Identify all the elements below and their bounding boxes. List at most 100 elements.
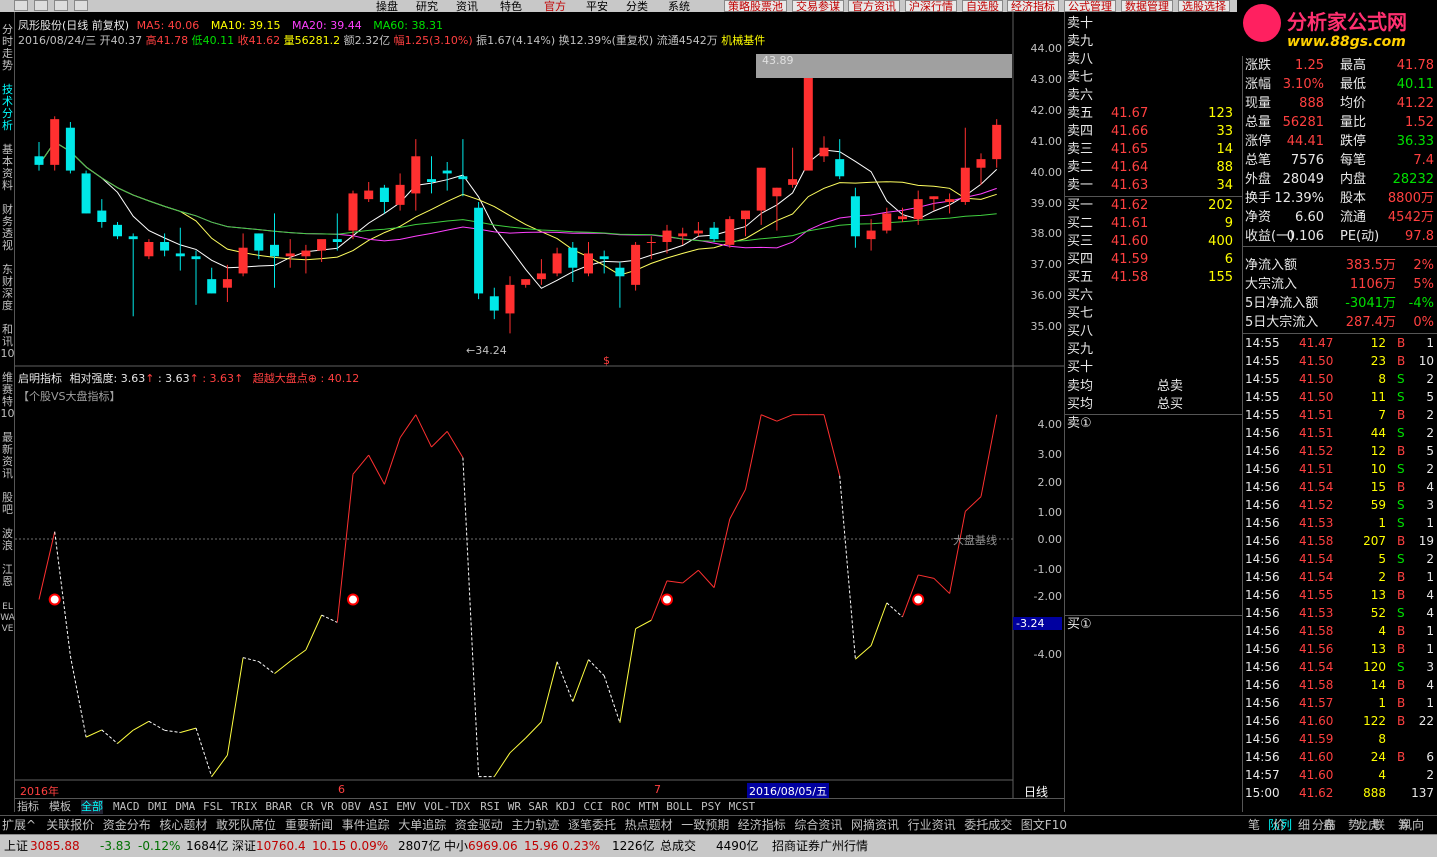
orderbook-price: 41.59 [1111, 252, 1149, 267]
menu-item[interactable]: 平安 [586, 0, 608, 12]
indicator-tab[interactable]: VOL-TDX [424, 800, 470, 814]
rel-strength-value3: : 3.63 [202, 372, 235, 385]
menu-item[interactable]: 特色 [500, 0, 522, 12]
func-button[interactable]: 核心题材 [159, 817, 207, 833]
sidebar-item-basic[interactable]: 基本资料 [0, 144, 15, 192]
sidebar-item-news[interactable]: 最新资讯 [0, 432, 15, 480]
func-button[interactable]: 资金分布 [103, 817, 151, 833]
func-button[interactable]: 热点题材 [625, 817, 673, 833]
small-tab[interactable]: 联 [1373, 817, 1385, 833]
func-button[interactable]: 图文F10 [1021, 817, 1067, 833]
home-icon[interactable] [54, 0, 68, 11]
tab-economic[interactable]: 经济指标 [1007, 0, 1059, 12]
func-button[interactable]: 行业资讯 [908, 817, 956, 833]
func-button[interactable]: 网摘资讯 [851, 817, 899, 833]
indicator-tab[interactable]: ROC [611, 800, 631, 814]
candle-body [175, 253, 185, 257]
indicator-tab[interactable]: 全部 [81, 800, 103, 814]
indicator-tab[interactable]: RSI [480, 800, 500, 814]
func-button[interactable]: 委托成交 [964, 817, 1012, 833]
menu-item[interactable]: 分类 [626, 0, 648, 12]
sidebar-item-eastmoney[interactable]: 东财深度 [0, 264, 15, 312]
small-tab[interactable]: 势 [1348, 817, 1360, 833]
indicator-tab[interactable]: MTM [639, 800, 659, 814]
indicator-tab[interactable]: SAR [528, 800, 548, 814]
sidebar-item-technical[interactable]: 技术分析 [0, 84, 15, 132]
indicator-tab[interactable]: 指标 [17, 800, 39, 814]
tick-count: 4 [1426, 588, 1434, 602]
flow-label: 5日大宗流入 [1245, 315, 1319, 330]
tab-data-manage[interactable]: 数据管理 [1121, 0, 1173, 12]
indicator-tab[interactable]: CR [300, 800, 313, 814]
func-button[interactable]: 重要新闻 [285, 817, 333, 833]
func-button[interactable]: 敢死队席位 [216, 817, 276, 833]
small-tab[interactable]: 盘 [1323, 817, 1335, 833]
tab-trade-advisor[interactable]: 交易参谋 [792, 0, 844, 12]
indicator-tab[interactable]: PSY [701, 800, 721, 814]
sidebar-item-weisaite[interactable]: 维赛特10 [0, 372, 15, 420]
func-button[interactable]: 事件追踪 [342, 817, 390, 833]
func-button[interactable]: 逐笔委托 [568, 817, 616, 833]
tick-count: 2 [1426, 426, 1434, 440]
func-button[interactable]: 综合资讯 [794, 817, 842, 833]
menu-item[interactable]: 系统 [668, 0, 690, 12]
sidebar-item-hexun[interactable]: 和讯10 [0, 324, 15, 360]
indicator-tab[interactable]: VR [321, 800, 334, 814]
tick-time: 14:55 [1245, 354, 1280, 368]
indicator-tab[interactable]: ASI [369, 800, 389, 814]
tab-market[interactable]: 沪深行情 [905, 0, 957, 12]
indicator-tab[interactable]: MCST [729, 800, 756, 814]
tab-stock-select[interactable]: 选股选择 [1178, 0, 1230, 12]
indicator-tab[interactable]: DMI [148, 800, 168, 814]
indicator-tab[interactable]: CCI [583, 800, 603, 814]
tab-watchlist[interactable]: 自选股 [962, 0, 1003, 12]
small-tab[interactable]: 价 [1273, 817, 1285, 833]
indicator-tab[interactable]: DMA [175, 800, 195, 814]
indicator-tab[interactable]: WR [508, 800, 521, 814]
tab-formula-manage[interactable]: 公式管理 [1064, 0, 1116, 12]
indicator-tab[interactable]: OBV [341, 800, 361, 814]
candle-body [34, 156, 44, 165]
func-button[interactable]: 扩展^ [2, 817, 36, 833]
menu-item[interactable]: 操盘 [376, 0, 398, 12]
func-button[interactable]: 主力轨迹 [511, 817, 559, 833]
indicator-tab[interactable]: TRIX [231, 800, 258, 814]
tick-time: 14:55 [1245, 372, 1280, 386]
func-button[interactable]: 一致预期 [681, 817, 729, 833]
tick-count: 19 [1418, 534, 1434, 548]
sidebar-item-finance[interactable]: 财务透视 [0, 204, 15, 252]
indicator-tab[interactable]: FSL [203, 800, 223, 814]
tick-side: B [1397, 570, 1406, 584]
indicator-tab[interactable]: MACD [113, 800, 140, 814]
small-tab[interactable]: 筹 [1398, 817, 1410, 833]
indicator-tab[interactable]: EMV [396, 800, 416, 814]
menu-item[interactable]: 官方 [544, 0, 566, 12]
orderbook-label: 卖三 [1067, 142, 1094, 157]
sidebar-item-wave[interactable]: 波浪 [0, 528, 15, 552]
back-icon[interactable] [14, 0, 28, 11]
small-tab[interactable]: 细 [1298, 817, 1310, 833]
tab-official-news[interactable]: 官方资讯 [848, 0, 900, 12]
indicator-tab[interactable]: KDJ [556, 800, 576, 814]
small-tab[interactable]: 笔 [1248, 817, 1260, 833]
sidebar-item-minute[interactable]: 分时走势 [0, 24, 15, 72]
func-button[interactable]: 大单追踪 [398, 817, 446, 833]
func-button[interactable]: 资金驱动 [455, 817, 503, 833]
indicator-tab[interactable]: BRAR [265, 800, 292, 814]
tab-strategy-pool[interactable]: 策略股票池 [724, 0, 787, 12]
menu-item[interactable]: 研究 [416, 0, 438, 12]
indicator-line [855, 645, 872, 660]
sidebar-item-guba[interactable]: 股吧 [0, 492, 15, 516]
indicator-tab[interactable]: 模板 [49, 800, 71, 814]
func-button[interactable]: 经济指标 [738, 817, 786, 833]
refresh-icon[interactable] [74, 0, 88, 11]
orderbook-volume: 6 [1224, 252, 1233, 267]
forward-icon[interactable] [34, 0, 48, 11]
stats-value: 888 [1299, 96, 1324, 111]
sidebar-item-gann[interactable]: 江恩 [0, 564, 15, 588]
menu-item[interactable]: 资讯 [456, 0, 478, 12]
kline-chart[interactable] [15, 12, 1065, 802]
func-button[interactable]: 关联报价 [46, 817, 94, 833]
sidebar-item-elwave[interactable]: ELWAVE [0, 602, 15, 635]
indicator-tab[interactable]: BOLL [666, 800, 693, 814]
